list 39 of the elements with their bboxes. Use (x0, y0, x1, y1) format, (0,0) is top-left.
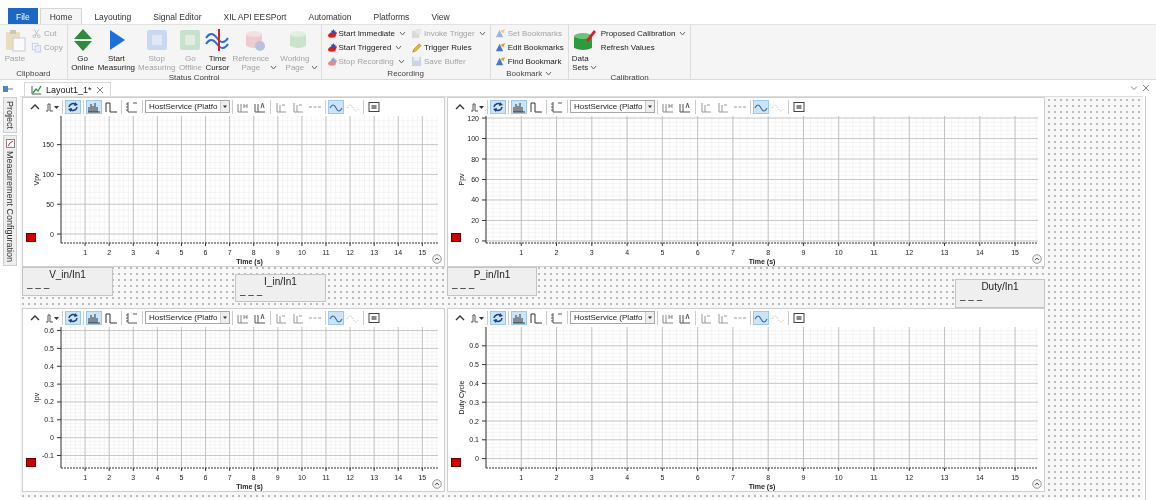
ribbon-button[interactable]: Time Cursor (204, 27, 231, 73)
ribbon-button[interactable]: Refresh Values (598, 41, 689, 53)
ribbon-tab[interactable]: Layouting (84, 8, 142, 24)
document-tab[interactable]: Layout1_1* (24, 82, 111, 96)
ribbon-tab[interactable]: Home (39, 8, 83, 24)
display-title: V_in/In1 (48, 269, 87, 280)
source-dropdown[interactable]: HostService (Platfo (145, 311, 231, 324)
display-title: I_in/In1 (263, 276, 298, 287)
ribbon-button[interactable]: Go Online (69, 27, 96, 73)
ribbon-button[interactable]: Start Immediate (323, 27, 408, 39)
ribbon-button[interactable]: Trigger Rules (409, 41, 488, 53)
display-value: – – – (27, 282, 51, 293)
display-title: P_in/In1 (472, 269, 512, 280)
ribbon-button[interactable]: Start Measuring (96, 27, 137, 73)
ribbon-tab[interactable]: Automation (298, 8, 362, 24)
ribbon-button[interactable]: Find Bookmark (492, 55, 566, 67)
ribbon-tab[interactable]: View (421, 8, 460, 24)
display-value: – – – (452, 282, 476, 293)
group-title: Calibration (610, 73, 649, 82)
source-dropdown[interactable]: HostService (Platfo (570, 311, 656, 324)
ribbon-tab[interactable]: Platforms (363, 8, 420, 24)
side-tab[interactable]: Project (3, 97, 17, 133)
display-title: Duty/In1 (980, 281, 1020, 292)
ribbon-tab[interactable]: Signal Editor (143, 8, 212, 24)
display-value: – – – (240, 289, 264, 300)
ribbon-tab[interactable]: File (8, 8, 38, 24)
ribbon-tab[interactable]: XIL API EESPort (213, 8, 297, 24)
source-dropdown[interactable]: HostService (Platfo (570, 100, 656, 113)
side-tab[interactable]: Measurement Configuration (3, 135, 17, 267)
ribbon-button[interactable]: Data Sets (570, 27, 598, 73)
ribbon-button[interactable]: Proposed Calibration (598, 27, 689, 39)
ribbon-button[interactable]: Start Triggered (323, 41, 408, 53)
ribbon-button[interactable]: Edit Bookmarks (492, 41, 566, 53)
group-title: Bookmark (506, 68, 543, 78)
source-dropdown[interactable]: HostService (Platfo (145, 100, 231, 113)
display-value: – – – (960, 294, 984, 305)
group-title: Status Control (168, 73, 220, 82)
group-title: Recording (387, 68, 424, 78)
group-title: Clipboard (16, 68, 51, 78)
